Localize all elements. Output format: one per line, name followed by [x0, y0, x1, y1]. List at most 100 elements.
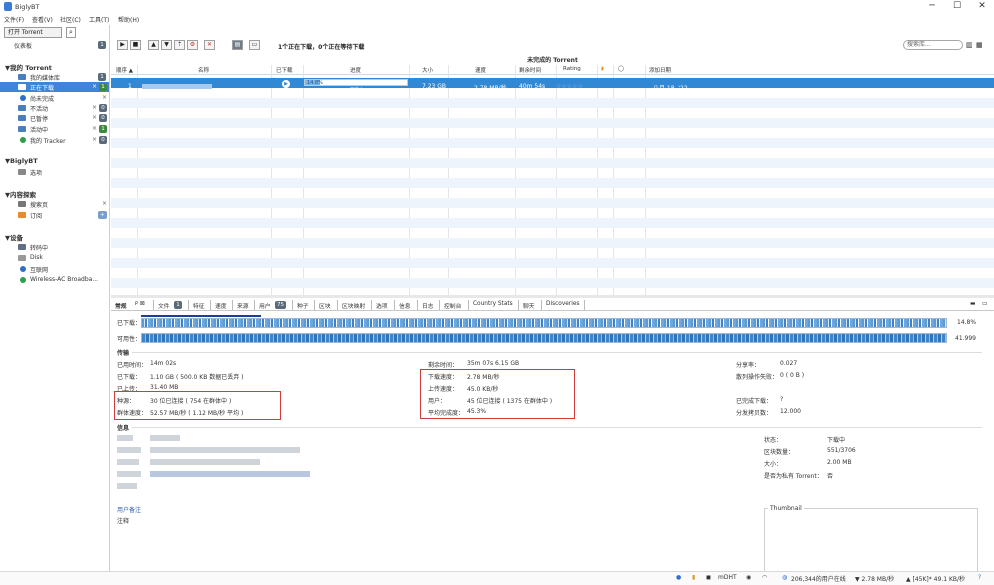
view-detailed-button[interactable]: ▤: [232, 40, 243, 50]
tab-speed[interactable]: 速度: [215, 301, 227, 310]
tab-piece-map[interactable]: 区块映射: [342, 301, 365, 310]
move-top-button[interactable]: ⇡: [174, 40, 185, 50]
rss-column-icon[interactable]: ◗: [601, 66, 604, 72]
close-icon[interactable]: ×: [92, 114, 97, 121]
queue-button[interactable]: ■: [130, 40, 141, 50]
move-down-button[interactable]: ▼: [161, 40, 172, 50]
sidebar-item-paused[interactable]: 已暂停: [30, 114, 48, 123]
downloading-icon: [18, 84, 26, 90]
download-speed[interactable]: ▼ 2.78 MB/秒: [855, 574, 894, 583]
column-name[interactable]: 名称: [198, 66, 209, 74]
close-button[interactable]: ✕: [970, 0, 994, 13]
tab-files[interactable]: 文件: [158, 301, 170, 310]
chat-bubble-icon[interactable]: ◉: [746, 574, 751, 581]
menu-file[interactable]: 文件(F): [4, 15, 24, 24]
tab-discoveries[interactable]: Discoveries: [546, 301, 579, 307]
section-devices[interactable]: ▼设备: [5, 232, 23, 242]
move-up-button[interactable]: ▲: [148, 40, 159, 50]
remove-button[interactable]: ✕: [204, 40, 215, 50]
sidebar-item-transcoding[interactable]: 转码中: [30, 243, 48, 252]
open-torrent-button[interactable]: 打开 Torrent: [4, 27, 62, 38]
layout-icon[interactable]: ▦: [976, 41, 983, 49]
close-icon[interactable]: ×: [92, 104, 97, 111]
sidebar-item-subscriptions[interactable]: 订阅: [30, 211, 42, 220]
sidebar-item-library[interactable]: 我的媒体库: [30, 73, 60, 82]
play-icon[interactable]: ▶: [282, 80, 290, 88]
tab-seeds[interactable]: 种子: [297, 301, 309, 310]
sidebar-item-active[interactable]: 活动中: [30, 125, 48, 134]
sidebar-item-tracker[interactable]: 我的 Tracker: [30, 136, 66, 145]
menu-tools[interactable]: 工具(T): [89, 15, 109, 24]
section-biglybt[interactable]: ▼BiglyBT: [5, 157, 38, 165]
tab-users[interactable]: 用户: [259, 301, 271, 310]
dht-status[interactable]: mDHT: [718, 574, 737, 581]
sidebar-item-wireless[interactable]: Wireless-AC Broadba...: [30, 276, 98, 283]
tab-pieces[interactable]: 区块: [319, 301, 331, 310]
column-rating[interactable]: Rating: [563, 66, 581, 72]
minimize-panel-icon[interactable]: ▬: [970, 301, 975, 307]
menu-view[interactable]: 查看(V): [32, 15, 53, 24]
user-comment-link[interactable]: 用户备注: [117, 505, 141, 514]
comment-column-icon[interactable]: ◯: [618, 66, 624, 72]
options-icon: [18, 169, 26, 175]
status-value: 下载中: [827, 437, 846, 444]
table-row[interactable]: [111, 78, 994, 88]
row-rating[interactable]: ☆☆☆☆☆: [556, 83, 583, 90]
maximize-button[interactable]: ☐: [945, 0, 969, 13]
library-search-input[interactable]: 搜索库...: [903, 40, 963, 50]
column-size[interactable]: 大小: [422, 66, 433, 74]
sidebar-item-internet[interactable]: 互联网: [30, 265, 48, 274]
tab-characteristics[interactable]: 特征: [193, 301, 205, 310]
menu-community[interactable]: 社区(C): [60, 15, 81, 24]
column-downloaded[interactable]: 已下载: [276, 66, 293, 74]
upload-speed[interactable]: ▲ [45K]* 49.1 KB/秒: [906, 574, 965, 583]
close-icon[interactable]: ×: [102, 94, 107, 101]
search-icon[interactable]: ⌕: [66, 27, 76, 38]
sidebar-item-incomplete[interactable]: 尚未完成: [30, 94, 54, 103]
info-value-redacted: [150, 435, 180, 441]
menu-help[interactable]: 帮助(H): [118, 15, 139, 24]
close-icon[interactable]: ×: [102, 200, 107, 207]
start-button[interactable]: ▶: [117, 40, 128, 50]
close-icon[interactable]: ×: [92, 136, 97, 143]
chat-icon[interactable]: ◼: [706, 574, 711, 581]
info-icon[interactable]: ●: [676, 574, 681, 581]
help-icon[interactable]: ?: [978, 574, 981, 581]
close-icon[interactable]: ×: [92, 83, 97, 90]
sidebar-item-search[interactable]: 搜索页: [30, 200, 48, 209]
tab-close-icon[interactable]: ᴘ ⊠: [135, 301, 145, 307]
tab-sources[interactable]: 来源: [237, 301, 249, 310]
battery-icon[interactable]: ▮: [692, 574, 695, 581]
section-my-torrent[interactable]: ▼我的 Torrent: [5, 62, 52, 72]
hash-fail-label: 散列操作失败：: [736, 374, 779, 381]
tab-chat[interactable]: 聊天: [523, 301, 535, 310]
settings-icon[interactable]: ⚙: [187, 40, 198, 50]
tab-log[interactable]: 日志: [422, 301, 434, 310]
sidebar-item-dashboard[interactable]: 仪表板: [14, 41, 32, 50]
section-content[interactable]: ▼内容探索: [5, 189, 36, 199]
maximize-panel-icon[interactable]: ▭: [982, 301, 987, 307]
menu-bar: [0, 13, 994, 25]
sidebar-item-options[interactable]: 选项: [30, 168, 42, 177]
network-icon[interactable]: ◠: [762, 574, 767, 581]
sidebar-item-downloading[interactable]: 正在下载: [30, 83, 54, 92]
tab-general[interactable]: 常规: [115, 301, 127, 310]
column-order[interactable]: 顺序 ▲: [116, 66, 133, 74]
columns-icon[interactable]: ▥: [966, 41, 973, 49]
column-progress[interactable]: 进度: [350, 66, 361, 74]
view-simple-button[interactable]: ▭: [249, 40, 260, 50]
sidebar-item-inactive[interactable]: 不活动: [30, 104, 48, 113]
tab-country-stats[interactable]: Country Stats: [473, 301, 513, 307]
minimize-button[interactable]: ─: [920, 0, 944, 13]
tab-separator: [232, 300, 233, 310]
pane-splitter[interactable]: [111, 295, 994, 298]
column-added[interactable]: 添加日期: [649, 66, 671, 74]
add-subscription-icon[interactable]: +: [98, 211, 107, 219]
tab-options[interactable]: 选项: [376, 301, 388, 310]
tab-console[interactable]: 控制台: [444, 301, 461, 310]
sidebar-item-disk[interactable]: Disk: [30, 254, 43, 261]
tab-info[interactable]: 信息: [399, 301, 411, 310]
column-eta[interactable]: 剩余时间: [519, 66, 541, 74]
close-icon[interactable]: ×: [92, 125, 97, 132]
column-speed[interactable]: 速度: [475, 66, 486, 74]
